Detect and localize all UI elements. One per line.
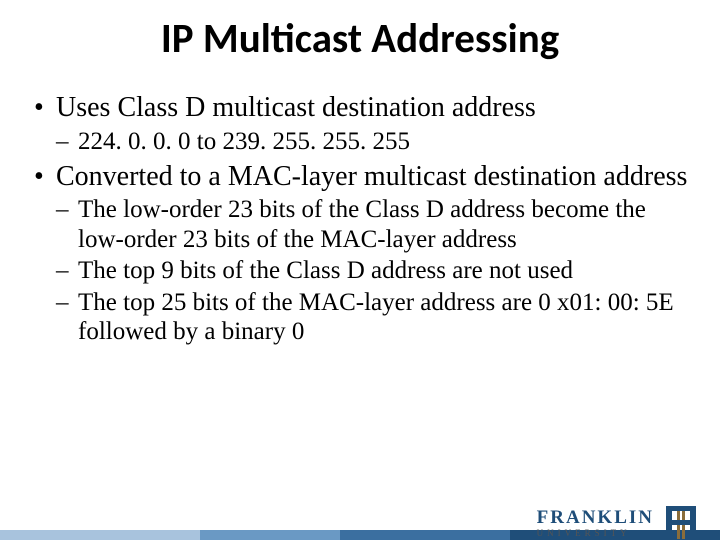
footer-bar-segment (0, 530, 200, 540)
slide-title: IP Multicast Addressing (0, 14, 720, 64)
bullet-text: Converted to a MAC-layer multicast desti… (56, 161, 687, 192)
sub-bullet-item: The top 25 bits of the MAC-layer address… (56, 288, 690, 347)
sub-bullet-item: The top 9 bits of the Class D address ar… (56, 256, 690, 286)
bullet-text: Uses Class D multicast destination addre… (56, 92, 536, 123)
sub-bullet-item: 224. 0. 0. 0 to 239. 255. 255. 255 (56, 127, 690, 157)
slide-body: Uses Class D multicast destination addre… (30, 91, 690, 346)
logo-icon (660, 502, 702, 540)
logo-subtitle: UNIVERSITY (537, 529, 654, 538)
logo: FRANKLIN UNIVERSITY (537, 502, 702, 540)
logo-name: FRANKLIN (537, 508, 654, 527)
footer: FRANKLIN UNIVERSITY (0, 486, 720, 540)
sub-bullet-item: The low-order 23 bits of the Class D add… (56, 195, 690, 254)
bullet-item: Uses Class D multicast destination addre… (30, 91, 690, 156)
bullet-item: Converted to a MAC-layer multicast desti… (30, 160, 690, 347)
